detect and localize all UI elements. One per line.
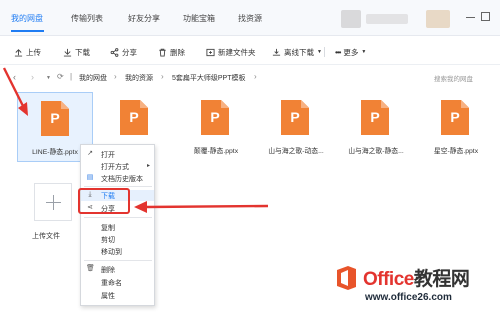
tab-toolbox[interactable]: 功能宝箱 bbox=[183, 13, 215, 24]
breadcrumb-separator: › bbox=[254, 72, 257, 81]
new-folder-icon bbox=[206, 48, 215, 56]
pptx-file-icon: P bbox=[281, 100, 309, 135]
new-folder-label: 新建文件夹 bbox=[218, 47, 256, 57]
menu-item-properties[interactable]: 属性 bbox=[81, 290, 154, 301]
more-button[interactable]: ••• 更多 ▼ bbox=[335, 46, 366, 58]
active-tab-indicator bbox=[11, 30, 44, 32]
more-label: 更多 bbox=[343, 47, 359, 57]
forward-arrow-icon[interactable]: › bbox=[31, 72, 34, 82]
download-icon bbox=[63, 48, 72, 57]
menu-item-copy[interactable]: 复制 bbox=[81, 222, 154, 233]
share-icon bbox=[110, 47, 119, 57]
trash-icon bbox=[159, 48, 166, 57]
tab-find-resources[interactable]: 找资源 bbox=[238, 13, 262, 24]
tab-my-drive[interactable]: 我的网盘 bbox=[11, 13, 43, 24]
file-name: 山与海之歌-静态... bbox=[348, 148, 404, 155]
delete-label: 删除 bbox=[170, 47, 185, 57]
menu-item-rename[interactable]: 重命名 bbox=[81, 277, 154, 288]
submenu-arrow-icon: ▸ bbox=[146, 163, 150, 169]
breadcrumb-separator: | bbox=[70, 72, 73, 81]
pptx-file-icon: P bbox=[441, 100, 469, 135]
history-icon: ▤ bbox=[86, 174, 94, 181]
offline-download-icon bbox=[272, 48, 281, 56]
toolbar: 上传 下载 分享 删除 新建文件夹 离线下载 ▼ ••• 更多 ▼ bbox=[0, 37, 500, 65]
menu-item-open-with[interactable]: 打开方式 ▸ bbox=[81, 161, 154, 172]
upload-icon bbox=[14, 48, 23, 57]
refresh-icon[interactable]: ⟳ bbox=[57, 72, 64, 81]
file-name: 山与海之歌-动态... bbox=[268, 148, 324, 155]
breadcrumb: ‹ › ▼ ⟳ | 我的网盘 › 我的资源 › 5套扁平大师级PPT模板 › 搜… bbox=[0, 66, 500, 88]
pptx-file-icon: P bbox=[41, 101, 69, 136]
share-label: 分享 bbox=[122, 47, 137, 57]
vip-badge[interactable] bbox=[426, 10, 450, 28]
breadcrumb-item[interactable]: 我的资源 bbox=[125, 73, 153, 83]
tab-transfer-list[interactable]: 传输列表 bbox=[71, 13, 103, 24]
tab-friend-share[interactable]: 好友分享 bbox=[128, 13, 160, 24]
search-input[interactable]: 搜索我的网盘 bbox=[430, 71, 496, 84]
breadcrumb-separator: › bbox=[114, 72, 117, 81]
file-item[interactable]: P 星空-静态.pptx bbox=[418, 92, 494, 162]
plus-icon bbox=[53, 195, 54, 210]
file-name: 颠覆-静态.pptx bbox=[193, 148, 239, 155]
upload-file-label: 上传文件 bbox=[32, 233, 60, 240]
upload-button[interactable]: 上传 bbox=[14, 46, 41, 58]
share-button[interactable]: 分享 bbox=[110, 46, 137, 58]
back-arrow-icon[interactable]: ‹ bbox=[13, 72, 16, 82]
avatar[interactable] bbox=[341, 10, 361, 28]
file-item[interactable]: P 山与海之歌-静态... bbox=[338, 92, 414, 162]
history-dropdown-icon[interactable]: ▼ bbox=[46, 75, 51, 81]
menu-item-version-history[interactable]: ▤ 文档历史版本 bbox=[81, 173, 154, 184]
watermark: Office教程网 www.office26.com bbox=[333, 262, 495, 308]
breadcrumb-separator: › bbox=[161, 72, 164, 81]
pptx-file-icon: P bbox=[201, 100, 229, 135]
watermark-title: Office教程网 bbox=[363, 269, 470, 290]
watermark-url: www.office26.com bbox=[365, 292, 452, 303]
annotation-arrow-to-download bbox=[145, 204, 269, 209]
chevron-down-icon: ▼ bbox=[361, 49, 367, 55]
trash-icon: 🗑 bbox=[86, 265, 95, 272]
menu-item-open[interactable]: ↗ 打开 bbox=[81, 149, 154, 160]
maximize-icon[interactable] bbox=[481, 12, 490, 21]
new-folder-button[interactable]: 新建文件夹 bbox=[206, 46, 256, 58]
pptx-file-icon: P bbox=[120, 100, 148, 135]
top-nav: 我的网盘 传输列表 好友分享 功能宝箱 找资源 bbox=[0, 0, 500, 36]
breadcrumb-item[interactable]: 5套扁平大师级PPT模板 bbox=[172, 73, 246, 83]
context-menu: ↗ 打开 打开方式 ▸ ▤ 文档历史版本 ⤓ 下载 ⋖ 分享 复制 剪切 移动到… bbox=[80, 144, 155, 306]
menu-item-move-to[interactable]: 移动到 bbox=[81, 246, 154, 257]
offline-download-button[interactable]: 离线下载 ▼ bbox=[272, 46, 322, 58]
chevron-down-icon: ▼ bbox=[317, 49, 322, 55]
username bbox=[366, 14, 408, 24]
upload-file-tile[interactable] bbox=[34, 183, 72, 221]
file-item[interactable]: P 山与海之歌-动态... bbox=[258, 92, 334, 162]
menu-divider bbox=[84, 217, 152, 218]
pptx-file-icon: P bbox=[361, 100, 389, 135]
toolbar-divider bbox=[324, 47, 325, 57]
offline-download-label: 离线下载 bbox=[284, 47, 314, 57]
menu-divider bbox=[84, 186, 152, 187]
download-label: 下载 bbox=[75, 47, 90, 57]
more-icon: ••• bbox=[335, 47, 341, 57]
menu-item-delete[interactable]: 🗑 删除 bbox=[81, 264, 154, 275]
download-button[interactable]: 下载 bbox=[63, 46, 90, 58]
annotation-highlight-box bbox=[78, 188, 130, 214]
file-name: 星空-静态.pptx bbox=[433, 148, 479, 155]
minimize-icon[interactable] bbox=[466, 17, 475, 18]
menu-divider bbox=[84, 260, 152, 261]
upload-label: 上传 bbox=[26, 47, 41, 57]
delete-button[interactable]: 删除 bbox=[158, 46, 185, 58]
menu-item-cut[interactable]: 剪切 bbox=[81, 234, 154, 245]
open-arrow-icon: ↗ bbox=[87, 150, 93, 157]
breadcrumb-item[interactable]: 我的网盘 bbox=[79, 73, 107, 83]
file-item[interactable]: P 颠覆-静态.pptx bbox=[178, 92, 254, 162]
office-logo-icon bbox=[337, 266, 356, 290]
